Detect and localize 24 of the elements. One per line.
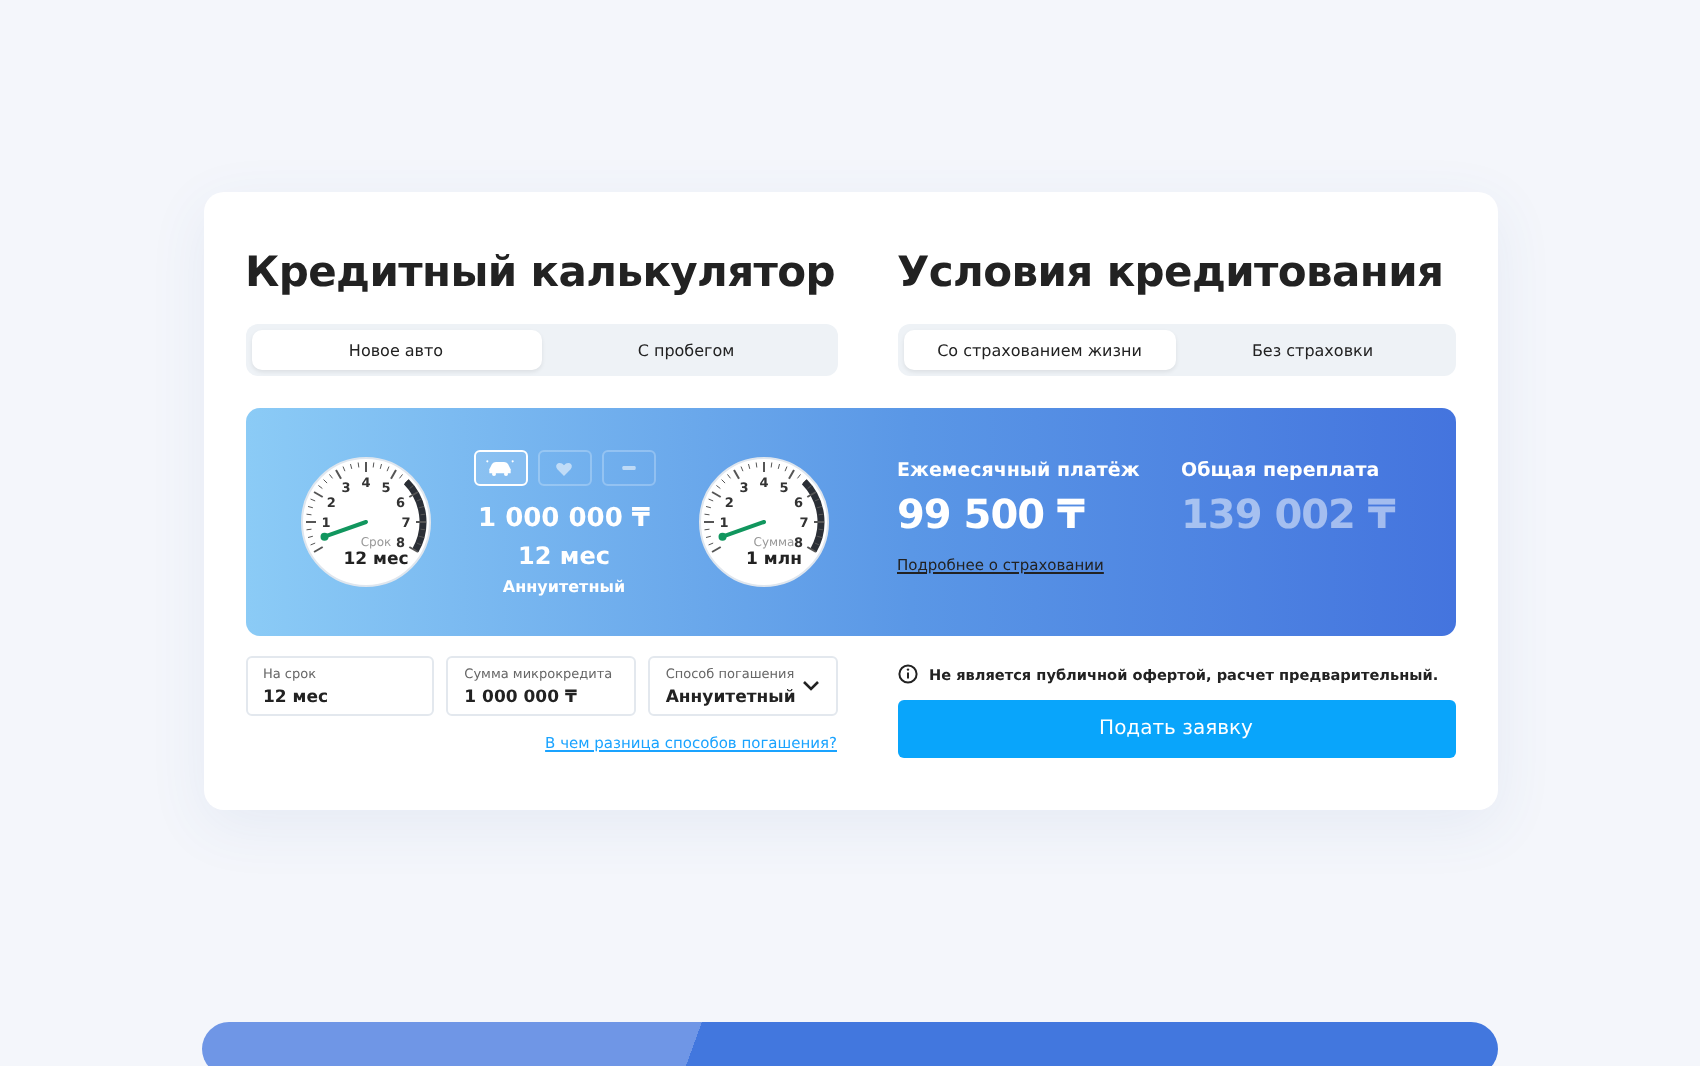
result-value: 99 500 ₸: [897, 490, 1087, 538]
gauge-value: 1 млн: [745, 550, 801, 570]
gauge-dial: [698, 457, 828, 587]
tab[interactable]: Новое авто: [251, 330, 541, 370]
calculator-title: Кредитный калькулятор: [245, 246, 837, 300]
repayment-method: Аннуитетный: [502, 577, 626, 595]
loan-amount: 1 000 000 ₸: [478, 501, 650, 537]
tab[interactable]: С пробегом: [541, 330, 831, 370]
gauge-needle: [717, 520, 765, 541]
loan-term: 12 мес: [518, 539, 610, 573]
gauge-value: 12 мес: [342, 550, 408, 570]
vehicle-type-button[interactable]: [601, 449, 655, 485]
info-icon: [897, 664, 917, 684]
gauge-dial: [300, 457, 430, 587]
result-label: Ежемесячный платёж: [897, 460, 1142, 482]
tab[interactable]: Без страховки: [1176, 330, 1449, 370]
vehicle-type-button[interactable]: [473, 449, 527, 485]
result-value: 139 002 ₸: [1181, 490, 1397, 538]
result-label: Общая переплата: [1181, 460, 1382, 482]
vehicle-type-button[interactable]: [537, 449, 591, 485]
gauge-needle: [319, 520, 367, 541]
tab[interactable]: Со страхованием жизни: [903, 330, 1176, 370]
chevron-down-icon: [801, 680, 820, 692]
conditions-title: Условия кредитования: [897, 246, 1446, 300]
